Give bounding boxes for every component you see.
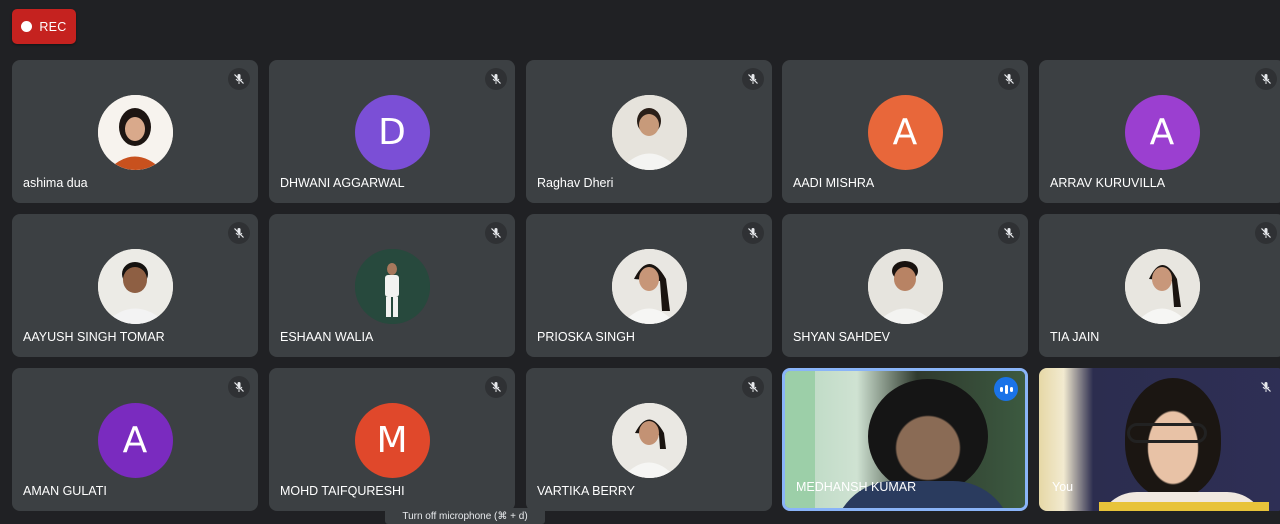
participant-photo	[611, 95, 687, 170]
participant-name: TIA JAIN	[1050, 330, 1100, 344]
mic-off-icon	[742, 376, 764, 398]
avatar	[1124, 249, 1200, 324]
mic-off-icon	[742, 68, 764, 90]
mic-off-icon	[228, 222, 250, 244]
participant-tile[interactable]: ESHAAN WALIA	[269, 214, 515, 357]
participant-name: ashima dua	[23, 176, 88, 190]
mic-off-icon	[228, 68, 250, 90]
avatar: D	[354, 95, 430, 170]
participant-video-tile[interactable]: MEDHANSH KUMAR	[782, 368, 1028, 511]
participant-photo	[611, 403, 687, 478]
avatar: A	[97, 403, 173, 478]
mic-off-icon	[485, 376, 507, 398]
participant-name: You	[1052, 480, 1074, 494]
participant-name: AADI MISHRA	[793, 176, 875, 190]
participant-name: MOHD TAIFQURESHI	[280, 484, 405, 498]
participant-tile[interactable]: M MOHD TAIFQURESHI	[269, 368, 515, 511]
mic-off-icon	[998, 222, 1020, 244]
mic-off-icon	[1255, 222, 1277, 244]
participant-tile[interactable]: A ARRAV KURUVILLA	[1039, 60, 1280, 203]
mic-off-icon	[485, 68, 507, 90]
microphone-tooltip: Turn off microphone (⌘ + d)	[385, 508, 545, 524]
participant-name: DHWANI AGGARWAL	[280, 176, 405, 190]
participant-name: AMAN GULATI	[23, 484, 107, 498]
recording-label: REC	[39, 19, 67, 34]
participant-photo	[867, 249, 943, 324]
participant-tile[interactable]: TIA JAIN	[1039, 214, 1280, 357]
participant-photo	[611, 249, 687, 324]
avatar	[97, 95, 173, 170]
avatar: A	[1124, 95, 1200, 170]
avatar: M	[354, 403, 430, 478]
mic-off-icon	[1255, 376, 1277, 398]
record-dot-icon	[21, 21, 33, 32]
participant-name: AAYUSH SINGH TOMAR	[23, 330, 165, 344]
participant-tile[interactable]: SHYAN SAHDEV	[782, 214, 1028, 357]
participant-photo	[97, 249, 173, 324]
participant-name: ARRAV KURUVILLA	[1050, 176, 1166, 190]
participant-photo	[97, 95, 173, 170]
mic-off-icon	[742, 222, 764, 244]
participant-tile[interactable]: AAYUSH SINGH TOMAR	[12, 214, 258, 357]
avatar	[611, 249, 687, 324]
avatar	[611, 95, 687, 170]
participant-tile[interactable]: A AMAN GULATI	[12, 368, 258, 511]
participant-name: Raghav Dheri	[537, 176, 614, 190]
avatar	[867, 249, 943, 324]
video-feed	[1039, 368, 1280, 511]
participant-name: MEDHANSH KUMAR	[796, 480, 917, 494]
avatar	[97, 249, 173, 324]
participant-name: PRIOSKA SINGH	[537, 330, 635, 344]
participant-name: ESHAAN WALIA	[280, 330, 374, 344]
mic-off-icon	[228, 376, 250, 398]
recording-indicator[interactable]: REC	[12, 9, 76, 44]
participant-tile[interactable]: D DHWANI AGGARWAL	[269, 60, 515, 203]
participant-tile[interactable]: A AADI MISHRA	[782, 60, 1028, 203]
avatar: A	[867, 95, 943, 170]
participant-name: SHYAN SAHDEV	[793, 330, 891, 344]
self-video-tile[interactable]: You	[1039, 368, 1280, 511]
mic-off-icon	[1255, 68, 1277, 90]
mic-off-icon	[998, 68, 1020, 90]
participant-name: VARTIKA BERRY	[537, 484, 635, 498]
avatar	[611, 403, 687, 478]
participant-tile[interactable]: PRIOSKA SINGH	[526, 214, 772, 357]
audio-level-icon	[994, 377, 1018, 401]
avatar	[354, 249, 430, 324]
participant-tile[interactable]: ashima dua	[12, 60, 258, 203]
participant-tile[interactable]: Raghav Dheri	[526, 60, 772, 203]
participant-photo	[354, 249, 430, 324]
mic-off-icon	[485, 222, 507, 244]
participant-tile[interactable]: VARTIKA BERRY	[526, 368, 772, 511]
participant-photo	[1124, 249, 1200, 324]
